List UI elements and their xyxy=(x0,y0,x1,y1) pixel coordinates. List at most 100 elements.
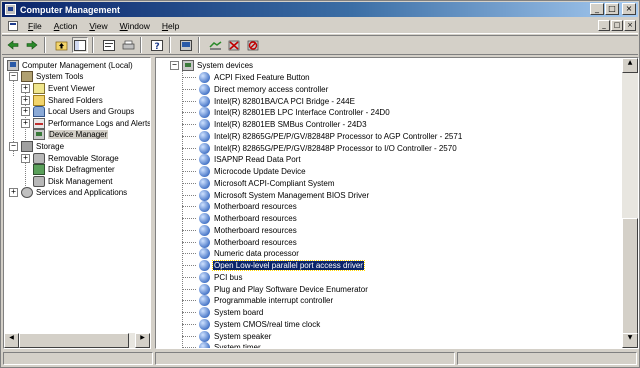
tree-node-local-users[interactable]: + Local Users and Groups xyxy=(21,106,134,117)
performance-logs-icon xyxy=(33,118,45,129)
device-icon xyxy=(199,166,210,177)
status-cell xyxy=(3,352,153,365)
menu-action[interactable]: Action xyxy=(48,21,84,31)
left-horizontal-scrollbar[interactable]: ◀ ▶ xyxy=(4,333,150,348)
device-row[interactable]: PCI bus xyxy=(182,271,243,283)
scroll-thumb[interactable] xyxy=(19,333,129,348)
device-row[interactable]: Intel(R) 82801EB LPC Interface Controlle… xyxy=(182,107,391,119)
tree-node-shared-folders[interactable]: + Shared Folders xyxy=(21,95,103,106)
scan-hardware-icon[interactable] xyxy=(178,37,194,53)
device-row[interactable]: Microcode Update Device xyxy=(182,166,307,177)
print-icon[interactable] xyxy=(120,37,136,53)
mmc-document-icon[interactable] xyxy=(8,20,18,31)
device-row[interactable]: Intel(R) 82801BA/CA PCI Bridge - 244E xyxy=(182,95,356,107)
menu-window[interactable]: Window xyxy=(114,21,156,31)
expand-expander[interactable]: + xyxy=(21,84,30,93)
device-label: System board xyxy=(214,308,264,317)
console-tree-pane[interactable]: Computer Management (Local) − System Too… xyxy=(3,57,151,349)
tree-node-disk-management[interactable]: Disk Management xyxy=(33,176,112,187)
scroll-down-button[interactable]: ▼ xyxy=(622,333,638,348)
svg-text:?: ? xyxy=(155,42,160,51)
device-row[interactable]: Motherboard resources xyxy=(182,236,298,248)
device-row[interactable]: Microsoft ACPI-Compliant System xyxy=(182,177,335,189)
device-category-system-devices[interactable]: − System devices xyxy=(170,60,253,71)
device-row[interactable]: Direct memory access controller xyxy=(182,83,329,95)
menu-file[interactable]: File xyxy=(22,21,48,31)
tree-node-event-viewer[interactable]: + Event Viewer xyxy=(21,83,95,94)
device-icon xyxy=(199,130,210,142)
title-bar[interactable]: Computer Management _ □ × xyxy=(2,2,638,17)
tree-guide xyxy=(182,265,196,266)
device-label: Intel(R) 82801EB SMBus Controller - 24D3 xyxy=(214,120,367,129)
device-row[interactable]: Numeric data processor xyxy=(182,248,300,260)
tree-guide xyxy=(182,206,196,208)
disable-icon[interactable] xyxy=(245,37,261,53)
tree-node-device-manager[interactable]: Device Manager xyxy=(33,129,109,140)
device-row[interactable]: Intel(R) 82801EB SMBus Controller - 24D3 xyxy=(182,119,368,130)
device-row[interactable]: System CMOS/real time clock xyxy=(182,318,321,330)
collapse-expander[interactable]: − xyxy=(9,142,18,151)
scroll-left-button[interactable]: ◀ xyxy=(4,333,19,348)
device-list-pane[interactable]: − System devices ACPI Fixed Feature Butt… xyxy=(155,57,639,349)
device-row[interactable]: Intel(R) 82865G/PE/P/GV/82848P Processor… xyxy=(182,142,458,154)
tree-node-root[interactable]: Computer Management (Local) xyxy=(7,60,133,71)
child-close-button[interactable]: × xyxy=(624,20,636,31)
device-row[interactable]: Programmable interrupt controller xyxy=(182,295,334,307)
tree-node-system-tools[interactable]: − System Tools xyxy=(9,71,83,82)
uninstall-icon[interactable] xyxy=(226,37,242,53)
close-button[interactable]: × xyxy=(622,3,636,15)
child-minimize-button[interactable]: _ xyxy=(598,20,610,31)
back-arrow-icon[interactable] xyxy=(5,37,21,53)
device-row[interactable]: ISAPNP Read Data Port xyxy=(182,154,302,166)
device-row[interactable]: Open Low-level parallel port access driv… xyxy=(182,260,365,271)
system-tools-icon xyxy=(21,71,33,82)
device-row[interactable]: Intel(R) 82865G/PE/P/GV/82848P Processor… xyxy=(182,130,463,142)
minimize-button[interactable]: _ xyxy=(590,3,604,15)
device-row[interactable]: System speaker xyxy=(182,330,272,342)
expand-expander[interactable]: + xyxy=(9,188,18,197)
device-icon xyxy=(199,189,210,201)
computer-management-window: Computer Management _ □ × File Action Vi… xyxy=(0,0,640,368)
tree-guide xyxy=(182,229,196,231)
tree-node-storage[interactable]: − Storage xyxy=(9,141,64,152)
tree-guide xyxy=(182,347,196,348)
device-row[interactable]: System timer xyxy=(182,342,262,348)
properties-icon[interactable] xyxy=(101,37,117,53)
device-row[interactable]: Microsoft System Management BIOS Driver xyxy=(182,189,370,201)
device-icon xyxy=(199,107,210,119)
device-icon xyxy=(199,201,210,213)
tree-node-removable-storage[interactable]: + Removable Storage xyxy=(21,153,119,164)
tree-node-services[interactable]: + Services and Applications xyxy=(9,187,127,198)
tree-guide xyxy=(182,194,196,196)
device-row[interactable]: Plug and Play Software Device Enumerator xyxy=(182,283,369,295)
vertical-scrollbar[interactable]: ▲ ▼ xyxy=(622,58,638,348)
scroll-right-button[interactable]: ▶ xyxy=(135,333,150,348)
menu-help[interactable]: Help xyxy=(156,21,185,31)
expand-expander[interactable]: + xyxy=(21,96,30,105)
device-row[interactable]: ACPI Fixed Feature Button xyxy=(182,72,311,83)
device-row[interactable]: System board xyxy=(182,307,264,318)
scroll-up-button[interactable]: ▲ xyxy=(622,58,638,73)
tree-node-disk-defragmenter[interactable]: Disk Defragmenter xyxy=(33,164,115,175)
menu-view[interactable]: View xyxy=(83,21,113,31)
expand-expander[interactable]: + xyxy=(21,107,30,116)
forward-arrow-icon[interactable] xyxy=(24,37,40,53)
toolbar-separator xyxy=(198,37,200,53)
device-row[interactable]: Motherboard resources xyxy=(182,213,298,224)
tree-node-performance[interactable]: + Performance Logs and Alerts xyxy=(21,118,150,129)
expand-expander[interactable]: + xyxy=(21,154,30,163)
up-folder-icon[interactable] xyxy=(53,37,69,53)
expand-expander[interactable]: + xyxy=(21,119,30,128)
device-row[interactable]: Motherboard resources xyxy=(182,201,298,213)
status-bar xyxy=(2,351,638,366)
maximize-button[interactable]: □ xyxy=(605,3,619,15)
shared-folders-icon xyxy=(33,95,45,106)
collapse-expander[interactable]: − xyxy=(170,61,179,70)
show-hide-tree-icon[interactable] xyxy=(72,37,88,53)
device-row[interactable]: Motherboard resources xyxy=(182,224,298,236)
update-driver-icon[interactable] xyxy=(207,37,223,53)
collapse-expander[interactable]: − xyxy=(9,72,18,81)
scroll-thumb[interactable] xyxy=(622,218,638,334)
child-restore-button[interactable]: □ xyxy=(611,20,623,31)
help-icon[interactable]: ? xyxy=(149,37,165,53)
